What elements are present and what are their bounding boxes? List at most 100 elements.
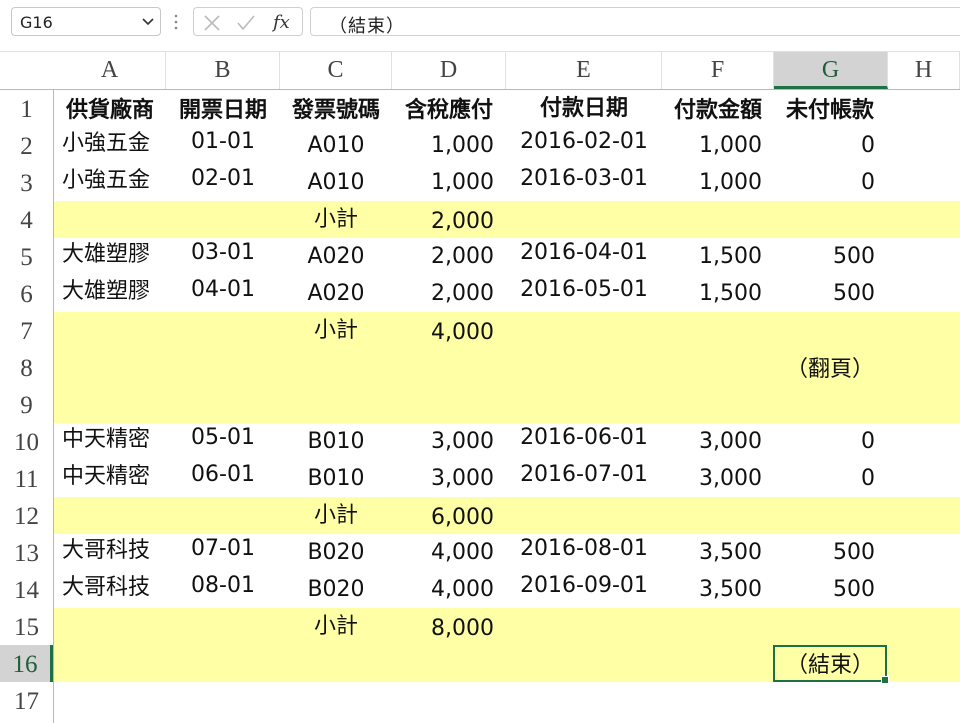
column-header-c[interactable]: C bbox=[280, 52, 392, 89]
header-supplier[interactable]: 供貨廠商 bbox=[54, 92, 166, 129]
cell-pay-amount[interactable]: 1,000 bbox=[662, 127, 762, 164]
cell-pay-date[interactable]: 2016-08-01 bbox=[506, 530, 662, 567]
row-header-5[interactable]: 5 bbox=[0, 238, 53, 275]
cell-invoice-no[interactable]: B020 bbox=[280, 534, 392, 571]
cancel-icon[interactable] bbox=[203, 14, 221, 32]
cell-unpaid[interactable]: 500 bbox=[774, 275, 875, 312]
cell-supplier[interactable]: 大雄塑膠 bbox=[54, 236, 174, 273]
name-box[interactable]: G16 bbox=[11, 7, 161, 36]
cell-invoice-date[interactable]: 05-01 bbox=[166, 419, 280, 456]
enter-check-icon[interactable] bbox=[237, 14, 255, 32]
cell-unpaid[interactable]: 0 bbox=[774, 423, 875, 460]
column-header-a[interactable]: A bbox=[54, 52, 166, 89]
cell-invoice-no[interactable]: A020 bbox=[280, 275, 392, 312]
cell-amount-due[interactable]: 1,000 bbox=[392, 164, 494, 201]
cell-supplier[interactable]: 大雄塑膠 bbox=[54, 273, 174, 310]
cell-pay-date[interactable]: 2016-09-01 bbox=[506, 567, 662, 604]
row-header-8[interactable]: 8 bbox=[0, 349, 53, 386]
subtotal-label[interactable]: 小計 bbox=[280, 497, 392, 534]
column-header-e[interactable]: E bbox=[506, 52, 662, 89]
subtotal-value[interactable]: 4,000 bbox=[392, 314, 494, 351]
cell-pay-date[interactable]: 2016-04-01 bbox=[506, 234, 662, 271]
cell-invoice-date[interactable]: 01-01 bbox=[166, 123, 280, 160]
insert-function-icon[interactable]: fx bbox=[272, 10, 294, 34]
row-header-4[interactable]: 4 bbox=[0, 201, 53, 238]
cell-pay-date[interactable]: 2016-03-01 bbox=[506, 160, 662, 197]
formula-input[interactable]: （結束） bbox=[310, 7, 960, 37]
subtotal-label[interactable]: 小計 bbox=[280, 201, 392, 238]
row-header-12[interactable]: 12 bbox=[0, 497, 53, 534]
cell-amount-due[interactable]: 3,000 bbox=[392, 460, 494, 497]
cell-unpaid[interactable]: 0 bbox=[774, 127, 875, 164]
cell-invoice-no[interactable]: B010 bbox=[280, 460, 392, 497]
header-pay-date[interactable]: 付款日期 bbox=[506, 90, 662, 127]
row-header-9[interactable]: 9 bbox=[0, 386, 53, 423]
cell-pay-date[interactable]: 2016-05-01 bbox=[506, 271, 662, 308]
column-header-h[interactable]: H bbox=[888, 52, 960, 89]
cell-invoice-date[interactable]: 03-01 bbox=[166, 234, 280, 271]
cell-amount-due[interactable]: 1,000 bbox=[392, 127, 494, 164]
cell-supplier[interactable]: 中天精密 bbox=[54, 458, 174, 495]
cell-unpaid[interactable]: 500 bbox=[774, 571, 875, 608]
cell-pay-amount[interactable]: 1,500 bbox=[662, 238, 762, 275]
cell-pay-amount[interactable]: 1,000 bbox=[662, 164, 762, 201]
subtotal-value[interactable]: 2,000 bbox=[392, 203, 494, 240]
cell-pay-amount[interactable]: 1,500 bbox=[662, 275, 762, 312]
header-amount-due[interactable]: 含稅應付 bbox=[392, 92, 506, 129]
fill-handle[interactable] bbox=[881, 676, 889, 684]
cell-invoice-date[interactable]: 04-01 bbox=[166, 271, 280, 308]
cell-unpaid[interactable]: 0 bbox=[774, 460, 875, 497]
cell-supplier[interactable]: 大哥科技 bbox=[54, 569, 174, 606]
cell-amount-due[interactable]: 4,000 bbox=[392, 534, 494, 571]
header-invoice-no[interactable]: 發票號碼 bbox=[280, 92, 392, 129]
cell-invoice-no[interactable]: B020 bbox=[280, 571, 392, 608]
subtotal-label[interactable]: 小計 bbox=[280, 312, 392, 349]
cell-amount-due[interactable]: 3,000 bbox=[392, 423, 494, 460]
cell-invoice-date[interactable]: 07-01 bbox=[166, 530, 280, 567]
column-header-d[interactable]: D bbox=[392, 52, 506, 89]
cell-pay-date[interactable]: 2016-02-01 bbox=[506, 123, 662, 160]
cell-amount-due[interactable]: 2,000 bbox=[392, 238, 494, 275]
cell-unpaid[interactable]: 500 bbox=[774, 534, 875, 571]
subtotal-label[interactable]: 小計 bbox=[280, 608, 392, 645]
row-header-15[interactable]: 15 bbox=[0, 608, 53, 645]
cell-supplier[interactable]: 小強五金 bbox=[54, 125, 174, 162]
row-header-6[interactable]: 6 bbox=[0, 275, 53, 312]
cell-pay-amount[interactable]: 3,500 bbox=[662, 571, 762, 608]
row-header-14[interactable]: 14 bbox=[0, 571, 53, 608]
row-header-1[interactable]: 1 bbox=[0, 90, 53, 127]
cell-amount-due[interactable]: 2,000 bbox=[392, 275, 494, 312]
column-header-b[interactable]: B bbox=[166, 52, 280, 89]
row-header-2[interactable]: 2 bbox=[0, 127, 53, 164]
cell-invoice-date[interactable]: 02-01 bbox=[166, 160, 280, 197]
cell-invoice-no[interactable]: A010 bbox=[280, 164, 392, 201]
cell-pay-amount[interactable]: 3,000 bbox=[662, 460, 762, 497]
cell-supplier[interactable]: 小強五金 bbox=[54, 162, 174, 199]
cell-invoice-date[interactable]: 06-01 bbox=[166, 456, 280, 493]
row-header-10[interactable]: 10 bbox=[0, 423, 53, 460]
cell-invoice-no[interactable]: A020 bbox=[280, 238, 392, 275]
cell-supplier[interactable]: 大哥科技 bbox=[54, 532, 174, 569]
subtotal-value[interactable]: 6,000 bbox=[392, 499, 494, 536]
row-header-13[interactable]: 13 bbox=[0, 534, 53, 571]
cell-unpaid[interactable]: 500 bbox=[774, 238, 875, 275]
row-header-17[interactable]: 17 bbox=[0, 682, 53, 719]
subtotal-value[interactable]: 8,000 bbox=[392, 610, 494, 647]
cell-pay-amount[interactable]: 3,500 bbox=[662, 534, 762, 571]
cell-pay-date[interactable]: 2016-06-01 bbox=[506, 419, 662, 456]
column-header-f[interactable]: F bbox=[662, 52, 774, 89]
cell-invoice-no[interactable]: B010 bbox=[280, 423, 392, 460]
row-header-16[interactable]: 16 bbox=[0, 645, 53, 682]
row-header-11[interactable]: 11 bbox=[0, 460, 53, 497]
cell-unpaid[interactable]: 0 bbox=[774, 164, 875, 201]
row-header-3[interactable]: 3 bbox=[0, 164, 53, 201]
page-break-label[interactable]: （翻頁） bbox=[774, 351, 886, 388]
header-unpaid[interactable]: 未付帳款 bbox=[774, 92, 886, 129]
cell-amount-due[interactable]: 4,000 bbox=[392, 571, 494, 608]
cell-supplier[interactable]: 中天精密 bbox=[54, 421, 174, 458]
header-pay-amount[interactable]: 付款金額 bbox=[662, 92, 774, 129]
chevron-down-icon[interactable] bbox=[142, 17, 154, 27]
cell-pay-amount[interactable]: 3,000 bbox=[662, 423, 762, 460]
column-header-g[interactable]: G bbox=[774, 52, 888, 89]
row-header-7[interactable]: 7 bbox=[0, 312, 53, 349]
